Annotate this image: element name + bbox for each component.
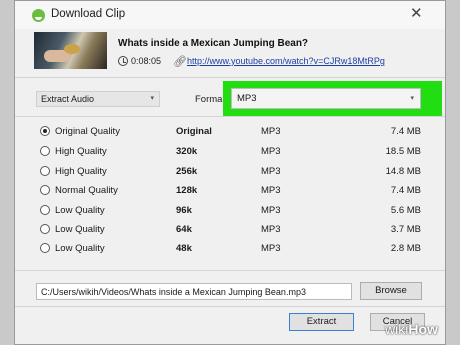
quality-radio[interactable]: [40, 126, 50, 136]
quality-bitrate: Original: [176, 126, 212, 137]
video-duration: 0:08:05: [131, 56, 162, 66]
title-bar: Download Clip ✕: [15, 1, 445, 29]
download-clip-app-icon: [32, 9, 45, 22]
quality-bitrate: 128k: [176, 185, 198, 196]
quality-size: 2.8 MB: [390, 243, 421, 254]
quality-radio[interactable]: [40, 146, 50, 156]
quality-name: Original Quality: [55, 126, 120, 137]
list-divider: [15, 270, 445, 271]
mode-select-value: Extract Audio: [41, 94, 95, 104]
chevron-down-icon: ▾: [150, 95, 154, 102]
options-divider: [15, 116, 445, 117]
quality-format: MP3: [261, 224, 281, 235]
quality-format: MP3: [261, 185, 281, 196]
thumbnail-bean: [64, 44, 80, 54]
quality-name: Low Quality: [55, 205, 105, 216]
quality-radio[interactable]: [40, 166, 50, 176]
quality-bitrate: 96k: [176, 205, 192, 216]
quality-radio[interactable]: [40, 224, 50, 234]
quality-row[interactable]: Low Quality 64k MP3 3.7 MB: [15, 222, 445, 238]
quality-size: 14.8 MB: [385, 166, 421, 177]
video-thumbnail: [34, 32, 107, 69]
footer-divider: [15, 306, 445, 307]
watermark-how: How: [408, 321, 438, 337]
quality-name: Low Quality: [55, 243, 105, 254]
quality-name: Normal Quality: [55, 185, 118, 196]
dialog-title: Download Clip: [51, 8, 126, 20]
mode-select[interactable]: Extract Audio ▾: [36, 91, 160, 107]
close-icon[interactable]: ✕: [410, 4, 423, 22]
quality-radio[interactable]: [40, 205, 50, 215]
quality-size: 5.6 MB: [390, 205, 421, 216]
quality-name: High Quality: [55, 146, 107, 157]
quality-format: MP3: [261, 243, 281, 254]
quality-format: MP3: [261, 166, 281, 177]
quality-size: 3.7 MB: [390, 224, 421, 235]
quality-name: High Quality: [55, 166, 107, 177]
format-select-value: MP3: [237, 93, 257, 104]
quality-bitrate: 320k: [176, 146, 198, 157]
chevron-down-icon: ▾: [410, 95, 414, 102]
output-path-field[interactable]: C:/Users/wikih/Videos/Whats inside a Mex…: [36, 283, 352, 300]
quality-row[interactable]: High Quality 320k MP3 18.5 MB: [15, 144, 445, 160]
quality-size: 7.4 MB: [390, 126, 421, 137]
quality-format: MP3: [261, 146, 281, 157]
wikihow-watermark: wikiHow: [385, 321, 438, 337]
browse-button[interactable]: Browse: [360, 282, 422, 300]
quality-radio[interactable]: [40, 243, 50, 253]
download-clip-dialog: Download Clip ✕ Whats inside a Mexican J…: [14, 0, 446, 345]
format-label: Forma: [195, 94, 223, 105]
quality-row[interactable]: Low Quality 48k MP3 2.8 MB: [15, 241, 445, 257]
quality-row[interactable]: Low Quality 96k MP3 5.6 MB: [15, 203, 445, 219]
quality-row[interactable]: Original Quality Original MP3 7.4 MB: [15, 124, 445, 140]
quality-radio[interactable]: [40, 185, 50, 195]
link-icon: 🔗︎: [173, 56, 187, 68]
quality-name: Low Quality: [55, 224, 105, 235]
video-title: Whats inside a Mexican Jumping Bean?: [118, 38, 309, 49]
quality-row[interactable]: High Quality 256k MP3 14.8 MB: [15, 164, 445, 180]
quality-size: 18.5 MB: [385, 146, 421, 157]
clock-icon: [118, 56, 128, 66]
quality-bitrate: 256k: [176, 166, 198, 177]
quality-row[interactable]: Normal Quality 128k MP3 7.4 MB: [15, 183, 445, 199]
quality-bitrate: 48k: [176, 243, 192, 254]
quality-size: 7.4 MB: [390, 185, 421, 196]
quality-format: MP3: [261, 126, 281, 137]
extract-button[interactable]: Extract: [289, 313, 354, 331]
quality-format: MP3: [261, 205, 281, 216]
format-select[interactable]: MP3 ▾: [231, 88, 421, 109]
watermark-wiki: wiki: [385, 321, 409, 337]
header-divider: [15, 77, 445, 78]
video-url-link[interactable]: http://www.youtube.com/watch?v=CJRw18MtR…: [187, 56, 385, 66]
quality-bitrate: 64k: [176, 224, 192, 235]
